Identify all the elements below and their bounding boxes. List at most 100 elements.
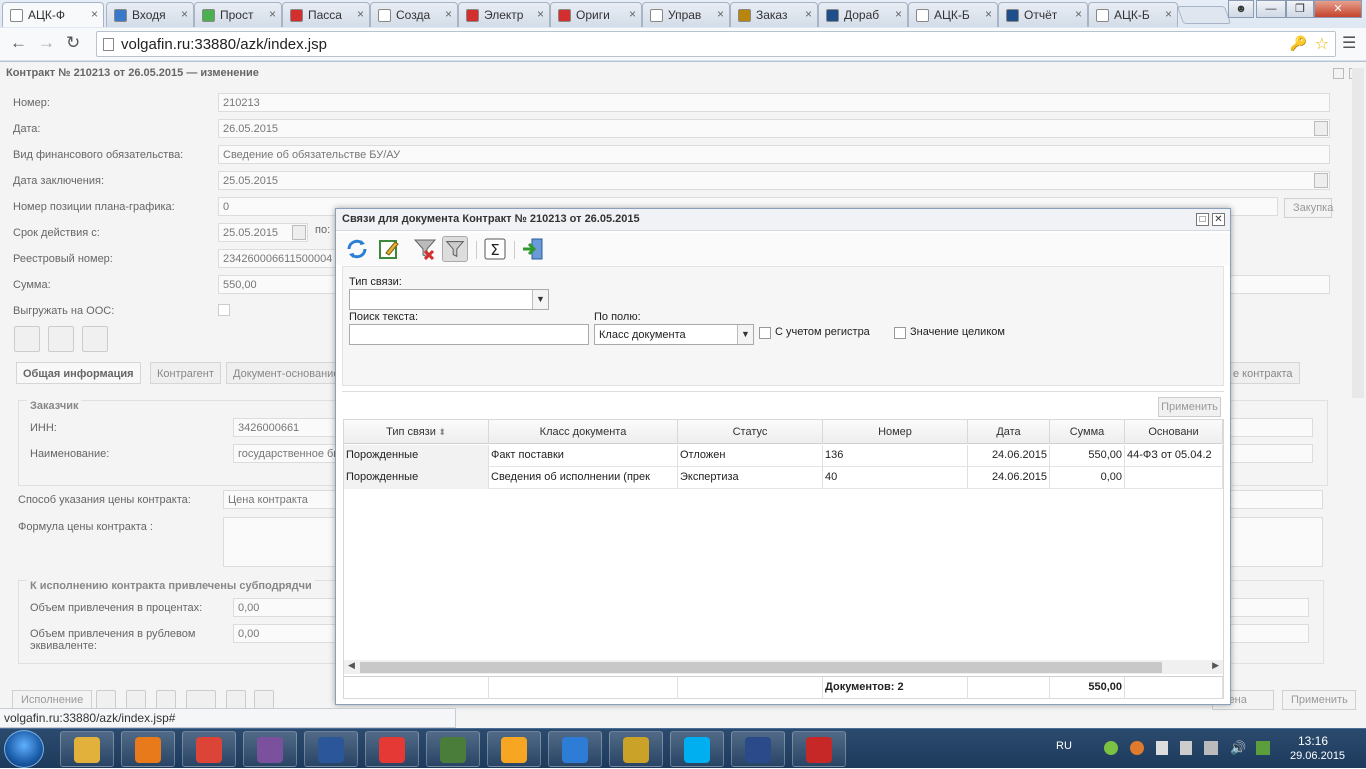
bookmark-star-icon[interactable]: ☆ <box>1315 34 1329 54</box>
close-tab-icon[interactable]: × <box>269 7 276 21</box>
execution-button[interactable]: Исполнение <box>12 690 93 710</box>
form-scrollbar[interactable] <box>1352 68 1364 398</box>
close-tab-icon[interactable]: × <box>537 7 544 21</box>
close-tab-icon[interactable]: × <box>181 7 188 21</box>
close-tab-icon[interactable]: × <box>1165 7 1172 21</box>
field-value[interactable]: 26.05.2015 <box>218 119 1330 138</box>
column-header[interactable]: Основани <box>1125 420 1223 444</box>
sum-icon[interactable]: Σ <box>482 236 508 262</box>
forward-icon[interactable]: → <box>38 33 55 53</box>
column-header[interactable]: Статус <box>678 420 823 444</box>
field-value[interactable]: 25.05.2015 <box>218 223 308 242</box>
clock-date[interactable]: 29.06.2015 <box>1290 750 1345 762</box>
form-maximize-icon[interactable] <box>1333 68 1344 79</box>
refresh-icon[interactable] <box>344 236 370 262</box>
language-indicator[interactable]: RU <box>1056 740 1072 752</box>
reload-icon[interactable]: ↻ <box>66 33 80 53</box>
new-tab-button[interactable] <box>1176 6 1232 24</box>
browser-tab[interactable]: АЦК-Ф × <box>2 2 104 27</box>
browser-tab[interactable]: Прост × <box>194 2 282 27</box>
column-header[interactable]: Дата <box>968 420 1050 444</box>
url-field[interactable]: volgafin.ru:33880/azk/index.jsp 🔑 ☆ <box>96 31 1336 57</box>
tray-app-icon[interactable] <box>1104 741 1118 755</box>
tab-contract-terms[interactable]: е контракта <box>1226 362 1300 384</box>
sort-icon[interactable]: ⬍ <box>436 427 446 437</box>
dialog-maximize-icon[interactable]: □ <box>1196 213 1209 226</box>
tab-basis-document[interactable]: Документ-основание <box>226 362 336 384</box>
link-type-select[interactable]: ▼ <box>349 289 549 310</box>
refresh-small-icon[interactable] <box>156 690 176 710</box>
scroll-thumb[interactable] <box>360 662 1162 673</box>
taskbar-app-button[interactable] <box>121 731 175 767</box>
field-value[interactable]: 234260006611500004 <box>218 249 336 268</box>
close-tab-icon[interactable]: × <box>445 7 452 21</box>
browser-tab[interactable]: Дораб × <box>818 2 908 27</box>
taskbar-app-button[interactable] <box>182 731 236 767</box>
taskbar-app-button[interactable] <box>731 731 785 767</box>
maximize-button[interactable]: ❐ <box>1286 0 1314 18</box>
filter-icon[interactable] <box>442 236 468 262</box>
close-window-button[interactable]: ✕ <box>1314 0 1362 18</box>
purchase-button[interactable]: Закупка <box>1284 198 1333 218</box>
whole-value-checkbox[interactable] <box>894 327 906 339</box>
taskbar-app-button[interactable] <box>487 731 541 767</box>
browser-tab[interactable]: Электр × <box>458 2 550 27</box>
calendar-icon[interactable] <box>1314 121 1328 136</box>
browser-tab[interactable]: Отчёт × <box>998 2 1088 27</box>
browser-tab[interactable]: Управ × <box>642 2 730 27</box>
field-value[interactable]: 210213 <box>218 93 1330 112</box>
browser-tab[interactable]: Входя × <box>106 2 194 27</box>
start-button[interactable] <box>4 730 44 768</box>
column-header[interactable]: Класс документа <box>489 420 678 444</box>
taskbar-app-button[interactable] <box>243 731 297 767</box>
document-icon[interactable] <box>82 326 108 352</box>
apply-form-button[interactable]: Применить <box>1282 690 1356 710</box>
close-tab-icon[interactable]: × <box>805 7 812 21</box>
network-icon[interactable] <box>1204 741 1218 755</box>
edit-icon[interactable] <box>376 236 402 262</box>
taskbar-app-button[interactable] <box>60 731 114 767</box>
close-tab-icon[interactable]: × <box>985 7 992 21</box>
close-tab-icon[interactable]: × <box>1075 7 1082 21</box>
browser-tab[interactable]: Заказ × <box>730 2 818 27</box>
calendar-icon[interactable] <box>1314 173 1328 188</box>
tab-general[interactable]: Общая информация <box>16 362 141 384</box>
forward-double-icon[interactable] <box>48 326 74 352</box>
taskbar-app-button[interactable] <box>792 731 846 767</box>
tab-counterparty[interactable]: Контрагент <box>150 362 221 384</box>
browser-tab[interactable]: АЦК-Б × <box>1088 2 1178 27</box>
scroll-right-icon[interactable]: ▶ <box>1212 660 1219 671</box>
horizontal-scrollbar[interactable]: ◀ ▶ <box>344 660 1223 674</box>
taskbar-app-button[interactable] <box>670 731 724 767</box>
column-header[interactable]: Сумма <box>1050 420 1125 444</box>
case-checkbox[interactable] <box>759 327 771 339</box>
exit-icon[interactable] <box>520 236 546 262</box>
export-icon[interactable] <box>14 326 40 352</box>
close-tab-icon[interactable]: × <box>357 7 364 21</box>
search-input[interactable] <box>349 324 589 345</box>
export-small-icon[interactable] <box>126 690 146 710</box>
browser-tab[interactable]: Пасса × <box>282 2 370 27</box>
table-row[interactable]: Порожденные Факт поставки Отложен 136 24.06.… <box>344 445 1223 467</box>
taskbar-app-button[interactable] <box>426 731 480 767</box>
link-icon[interactable] <box>254 690 274 710</box>
back-icon[interactable]: ← <box>10 33 27 53</box>
calendar-icon[interactable] <box>292 225 306 240</box>
menu-icon[interactable]: ☰ <box>1342 33 1356 53</box>
export-oos-checkbox[interactable] <box>218 304 230 316</box>
dialog-close-icon[interactable]: ✕ <box>1212 213 1225 226</box>
browser-tab[interactable]: Созда × <box>370 2 458 27</box>
taskbar-app-button[interactable] <box>365 731 419 767</box>
taskbar-app-button[interactable] <box>548 731 602 767</box>
print-icon[interactable] <box>186 690 216 710</box>
scroll-left-icon[interactable]: ◀ <box>348 660 355 671</box>
flag-icon[interactable] <box>1156 741 1168 755</box>
column-header[interactable]: Тип связи ⬍ <box>344 420 489 444</box>
tray-app-icon[interactable] <box>1130 741 1144 755</box>
column-header[interactable]: Номер <box>823 420 968 444</box>
field-value[interactable]: Сведение об обязательстве БУ/АУ <box>218 145 1330 164</box>
chevron-down-icon[interactable]: ▼ <box>532 290 548 309</box>
table-row[interactable]: Порожденные Сведения об исполнении (прек Э… <box>344 467 1223 489</box>
close-tab-icon[interactable]: × <box>91 7 98 21</box>
browser-tab[interactable]: Ориги × <box>550 2 642 27</box>
